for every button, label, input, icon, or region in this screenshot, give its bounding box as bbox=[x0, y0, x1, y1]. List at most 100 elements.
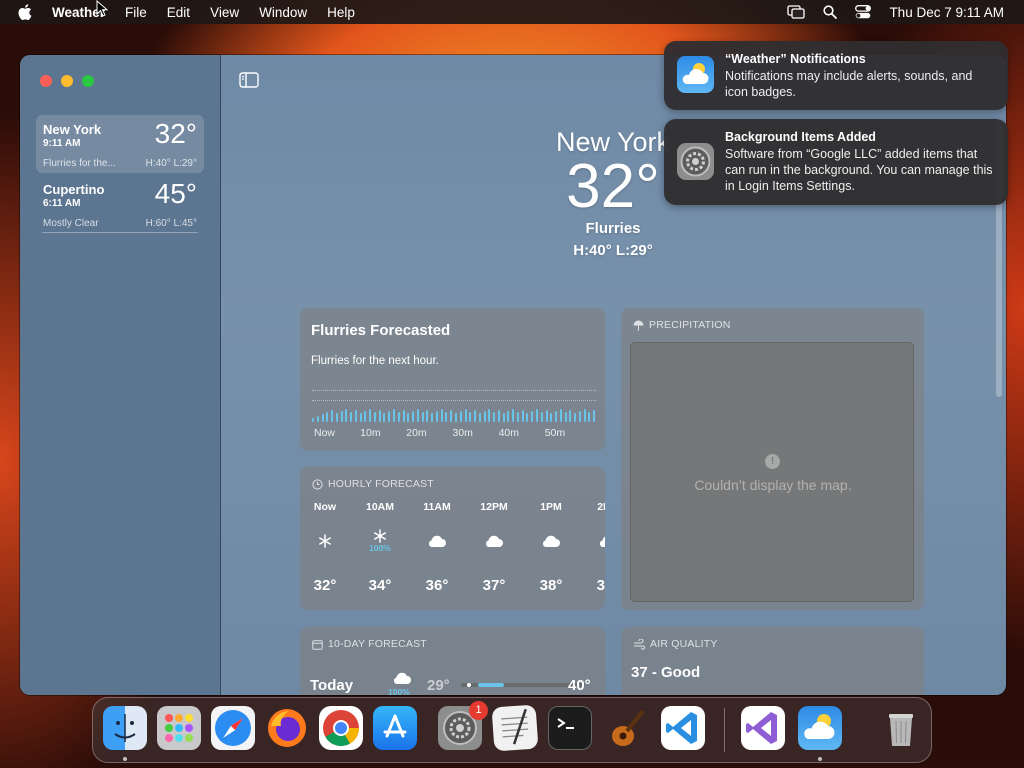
intensity-bar bbox=[416, 409, 419, 422]
notification-body: Notifications may include alerts, sounds… bbox=[725, 69, 973, 99]
intensity-bar bbox=[521, 410, 524, 422]
dock-safari-icon[interactable] bbox=[211, 706, 255, 750]
forecast-high: 40° bbox=[568, 677, 591, 694]
intensity-bar bbox=[526, 413, 529, 422]
control-center-icon[interactable] bbox=[855, 5, 872, 19]
intensity-bar bbox=[454, 413, 457, 422]
forecast-low: 29° bbox=[427, 677, 450, 694]
intensity-bar bbox=[469, 412, 472, 422]
menu-view[interactable]: View bbox=[210, 5, 239, 20]
current-condition: Flurries bbox=[585, 220, 641, 237]
wind-icon bbox=[634, 638, 645, 650]
card-header-label: HOURLY FORECAST bbox=[328, 478, 434, 490]
location-item-cupertino[interactable]: Cupertino 6:11 AM 45° Mostly Clear H:60°… bbox=[36, 175, 204, 233]
sidebar-toggle-icon[interactable] bbox=[239, 72, 259, 88]
dock-finder-icon[interactable] bbox=[103, 706, 147, 750]
dock-vscode-icon[interactable] bbox=[661, 706, 705, 750]
menubar-clock[interactable]: Thu Dec 7 9:11 AM bbox=[889, 5, 1004, 20]
cloud-icon bbox=[469, 524, 519, 558]
location-city: New York bbox=[43, 122, 102, 137]
intensity-bar bbox=[483, 411, 486, 422]
intensity-bar bbox=[531, 411, 534, 422]
location-condition: Mostly Clear bbox=[43, 218, 99, 229]
ten-day-forecast-card[interactable]: 10-DAY FORECAST Today 100% 29° 40° bbox=[300, 627, 605, 695]
hourly-forecast-card[interactable]: HOURLY FORECAST Now 32° 10AM 100% 34° 11AM 36°… bbox=[300, 467, 605, 610]
location-hilo: H:60° L:45° bbox=[145, 218, 197, 229]
precipitation-map[interactable]: ! Couldn’t display the map. bbox=[630, 342, 914, 602]
dock-weather-icon[interactable] bbox=[798, 706, 842, 750]
intensity-bar bbox=[583, 409, 586, 422]
snowflake-icon bbox=[300, 524, 350, 558]
dock-textedit-icon[interactable] bbox=[491, 704, 539, 752]
dock-trash-icon[interactable] bbox=[879, 706, 923, 750]
menu-window[interactable]: Window bbox=[259, 5, 307, 20]
sidebar-divider bbox=[42, 232, 198, 233]
dock: 1 bbox=[92, 697, 932, 763]
dock-visual-studio-icon[interactable] bbox=[741, 706, 785, 750]
menu-help[interactable]: Help bbox=[327, 5, 355, 20]
close-button[interactable] bbox=[40, 75, 52, 87]
dock-terminal-icon[interactable] bbox=[548, 706, 592, 750]
snowflake-icon: 100% bbox=[355, 524, 405, 558]
tick-label: 40m bbox=[498, 427, 519, 439]
precipitation-card[interactable]: PRECIPITATION ! Couldn’t display the map… bbox=[621, 308, 924, 610]
notification-weather[interactable]: “Weather” Notifications Notifications ma… bbox=[664, 41, 1008, 110]
dock-system-settings-icon[interactable]: 1 bbox=[438, 701, 488, 750]
apple-menu-icon[interactable] bbox=[18, 4, 32, 20]
dock-launchpad-icon[interactable] bbox=[157, 706, 201, 750]
air-quality-card[interactable]: AIR QUALITY 37 - Good bbox=[621, 627, 924, 695]
intensity-bar bbox=[464, 409, 467, 422]
hourly-temp: 37° bbox=[482, 577, 506, 594]
calendar-icon bbox=[312, 639, 323, 650]
intensity-bar bbox=[369, 409, 372, 422]
intensity-bar bbox=[555, 411, 558, 422]
hourly-item: 12PM 37° bbox=[469, 501, 519, 594]
menu-file[interactable]: File bbox=[125, 5, 147, 20]
hourly-item: 2PM 39° bbox=[583, 501, 605, 594]
forecast-day: Today bbox=[310, 677, 354, 694]
dock-firefox-icon[interactable] bbox=[265, 706, 309, 750]
intensity-bar bbox=[593, 410, 596, 422]
tick-label: 50m bbox=[544, 427, 566, 439]
intensity-bar bbox=[431, 413, 434, 422]
air-quality-value: 37 - Good bbox=[631, 664, 701, 681]
intensity-bar bbox=[459, 411, 462, 422]
minimize-button[interactable] bbox=[61, 75, 73, 87]
intensity-bar bbox=[507, 411, 510, 422]
forecast-chance: 100% bbox=[388, 687, 410, 695]
hourly-time: 12PM bbox=[480, 501, 508, 513]
flurries-forecast-card[interactable]: Flurries Forecasted Flurries for the nex… bbox=[300, 308, 605, 451]
hourly-item: 10AM 100% 34° bbox=[355, 501, 405, 594]
intensity-bar bbox=[340, 411, 343, 422]
notification-body: Software from “Google LLC” added items t… bbox=[725, 147, 993, 193]
intensity-bar bbox=[378, 410, 381, 422]
location-item-new-york[interactable]: New York 9:11 AM 32° Flurries for the...… bbox=[36, 115, 204, 173]
info-icon: ! bbox=[765, 454, 780, 469]
intensity-bar bbox=[497, 410, 500, 422]
intensity-bar bbox=[373, 412, 376, 422]
intensity-bar bbox=[564, 412, 567, 422]
ten-day-row[interactable]: Today 100% 29° 40° bbox=[310, 672, 600, 695]
dock-app-store-icon[interactable] bbox=[373, 706, 417, 750]
clock-icon bbox=[312, 478, 323, 490]
dock-chrome-icon[interactable] bbox=[319, 706, 363, 750]
dock-garageband-icon[interactable] bbox=[605, 706, 649, 750]
screen-mirroring-icon[interactable] bbox=[787, 5, 806, 19]
intensity-bar bbox=[435, 411, 438, 422]
notification-background-items[interactable]: Background Items Added Software from “Go… bbox=[664, 119, 1008, 205]
intensity-bar bbox=[426, 410, 429, 422]
tick-label: 30m bbox=[452, 427, 473, 439]
menu-edit[interactable]: Edit bbox=[167, 5, 190, 20]
intensity-bar bbox=[550, 413, 553, 422]
tick-label: 20m bbox=[406, 427, 427, 439]
intensity-bar bbox=[493, 412, 496, 422]
hourly-item: 11AM 36° bbox=[412, 501, 462, 594]
precip-intensity-bars bbox=[312, 408, 596, 422]
hourly-item: Now 32° bbox=[300, 501, 350, 594]
spotlight-search-icon[interactable] bbox=[823, 5, 838, 19]
zoom-button[interactable] bbox=[82, 75, 94, 87]
intensity-bar bbox=[316, 416, 319, 422]
intensity-bar bbox=[421, 412, 424, 422]
card-title: Flurries Forecasted bbox=[311, 322, 451, 339]
card-header: HOURLY FORECAST bbox=[312, 478, 434, 490]
